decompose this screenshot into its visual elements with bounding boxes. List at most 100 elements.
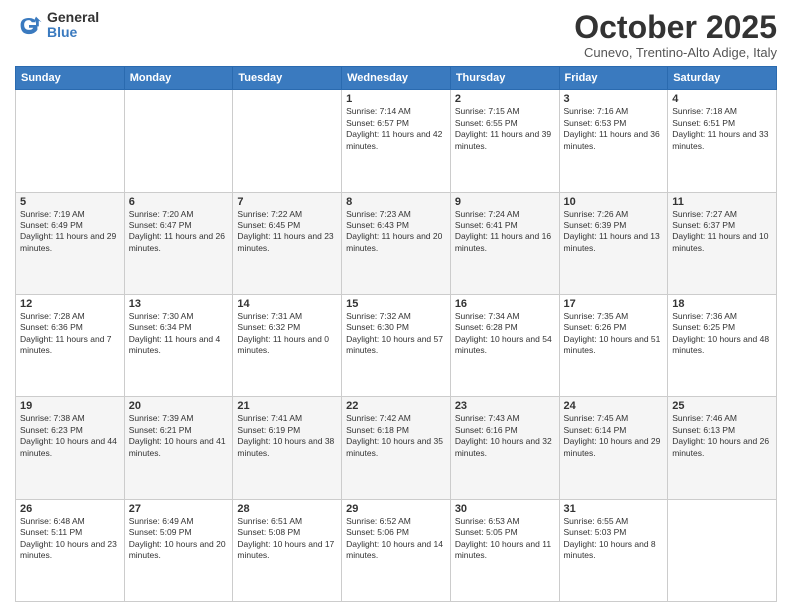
day-number: 15 — [346, 298, 446, 310]
week-row-1: 1Sunrise: 7:14 AM Sunset: 6:57 PM Daylig… — [16, 90, 777, 192]
day-info: Sunrise: 7:36 AM Sunset: 6:25 PM Dayligh… — [672, 311, 772, 357]
day-info: Sunrise: 6:49 AM Sunset: 5:09 PM Dayligh… — [129, 516, 229, 562]
calendar-cell — [668, 499, 777, 601]
calendar-cell: 23Sunrise: 7:43 AM Sunset: 6:16 PM Dayli… — [450, 397, 559, 499]
day-number: 11 — [672, 196, 772, 208]
col-monday: Monday — [124, 67, 233, 90]
day-number: 1 — [346, 93, 446, 105]
day-number: 14 — [237, 298, 337, 310]
col-wednesday: Wednesday — [342, 67, 451, 90]
day-info: Sunrise: 6:52 AM Sunset: 5:06 PM Dayligh… — [346, 516, 446, 562]
calendar-cell: 16Sunrise: 7:34 AM Sunset: 6:28 PM Dayli… — [450, 294, 559, 396]
calendar-cell: 5Sunrise: 7:19 AM Sunset: 6:49 PM Daylig… — [16, 192, 125, 294]
day-number: 20 — [129, 400, 229, 412]
day-number: 28 — [237, 503, 337, 515]
day-info: Sunrise: 6:51 AM Sunset: 5:08 PM Dayligh… — [237, 516, 337, 562]
header-row: Sunday Monday Tuesday Wednesday Thursday… — [16, 67, 777, 90]
calendar-cell: 18Sunrise: 7:36 AM Sunset: 6:25 PM Dayli… — [668, 294, 777, 396]
week-row-2: 5Sunrise: 7:19 AM Sunset: 6:49 PM Daylig… — [16, 192, 777, 294]
calendar-cell: 11Sunrise: 7:27 AM Sunset: 6:37 PM Dayli… — [668, 192, 777, 294]
day-number: 23 — [455, 400, 555, 412]
day-number: 21 — [237, 400, 337, 412]
day-info: Sunrise: 7:28 AM Sunset: 6:36 PM Dayligh… — [20, 311, 120, 357]
week-row-4: 19Sunrise: 7:38 AM Sunset: 6:23 PM Dayli… — [16, 397, 777, 499]
day-info: Sunrise: 7:32 AM Sunset: 6:30 PM Dayligh… — [346, 311, 446, 357]
calendar-cell: 6Sunrise: 7:20 AM Sunset: 6:47 PM Daylig… — [124, 192, 233, 294]
calendar-cell: 29Sunrise: 6:52 AM Sunset: 5:06 PM Dayli… — [342, 499, 451, 601]
day-number: 6 — [129, 196, 229, 208]
day-info: Sunrise: 6:53 AM Sunset: 5:05 PM Dayligh… — [455, 516, 555, 562]
day-info: Sunrise: 6:55 AM Sunset: 5:03 PM Dayligh… — [564, 516, 664, 562]
location-subtitle: Cunevo, Trentino-Alto Adige, Italy — [574, 45, 777, 60]
day-number: 2 — [455, 93, 555, 105]
calendar-cell: 27Sunrise: 6:49 AM Sunset: 5:09 PM Dayli… — [124, 499, 233, 601]
calendar-cell: 13Sunrise: 7:30 AM Sunset: 6:34 PM Dayli… — [124, 294, 233, 396]
day-number: 5 — [20, 196, 120, 208]
day-info: Sunrise: 7:14 AM Sunset: 6:57 PM Dayligh… — [346, 106, 446, 152]
day-info: Sunrise: 7:39 AM Sunset: 6:21 PM Dayligh… — [129, 413, 229, 459]
day-info: Sunrise: 6:48 AM Sunset: 5:11 PM Dayligh… — [20, 516, 120, 562]
day-info: Sunrise: 7:19 AM Sunset: 6:49 PM Dayligh… — [20, 209, 120, 255]
calendar-cell: 28Sunrise: 6:51 AM Sunset: 5:08 PM Dayli… — [233, 499, 342, 601]
calendar-cell: 2Sunrise: 7:15 AM Sunset: 6:55 PM Daylig… — [450, 90, 559, 192]
header: General Blue October 2025 Cunevo, Trenti… — [15, 10, 777, 60]
logo-general-text: General — [47, 10, 99, 25]
day-info: Sunrise: 7:46 AM Sunset: 6:13 PM Dayligh… — [672, 413, 772, 459]
day-number: 12 — [20, 298, 120, 310]
calendar-cell — [233, 90, 342, 192]
calendar-cell: 25Sunrise: 7:46 AM Sunset: 6:13 PM Dayli… — [668, 397, 777, 499]
day-number: 17 — [564, 298, 664, 310]
calendar-cell: 12Sunrise: 7:28 AM Sunset: 6:36 PM Dayli… — [16, 294, 125, 396]
calendar-cell: 20Sunrise: 7:39 AM Sunset: 6:21 PM Dayli… — [124, 397, 233, 499]
day-number: 25 — [672, 400, 772, 412]
day-number: 30 — [455, 503, 555, 515]
day-info: Sunrise: 7:18 AM Sunset: 6:51 PM Dayligh… — [672, 106, 772, 152]
day-number: 18 — [672, 298, 772, 310]
day-number: 4 — [672, 93, 772, 105]
logo: General Blue — [15, 10, 99, 41]
day-info: Sunrise: 7:16 AM Sunset: 6:53 PM Dayligh… — [564, 106, 664, 152]
day-info: Sunrise: 7:22 AM Sunset: 6:45 PM Dayligh… — [237, 209, 337, 255]
calendar-cell: 3Sunrise: 7:16 AM Sunset: 6:53 PM Daylig… — [559, 90, 668, 192]
calendar-table: Sunday Monday Tuesday Wednesday Thursday… — [15, 66, 777, 602]
calendar-cell: 1Sunrise: 7:14 AM Sunset: 6:57 PM Daylig… — [342, 90, 451, 192]
day-number: 31 — [564, 503, 664, 515]
col-friday: Friday — [559, 67, 668, 90]
col-thursday: Thursday — [450, 67, 559, 90]
calendar-cell — [124, 90, 233, 192]
day-number: 3 — [564, 93, 664, 105]
logo-icon — [15, 11, 43, 39]
calendar-cell: 21Sunrise: 7:41 AM Sunset: 6:19 PM Dayli… — [233, 397, 342, 499]
day-number: 24 — [564, 400, 664, 412]
calendar-cell: 8Sunrise: 7:23 AM Sunset: 6:43 PM Daylig… — [342, 192, 451, 294]
day-info: Sunrise: 7:45 AM Sunset: 6:14 PM Dayligh… — [564, 413, 664, 459]
day-info: Sunrise: 7:35 AM Sunset: 6:26 PM Dayligh… — [564, 311, 664, 357]
calendar-cell: 14Sunrise: 7:31 AM Sunset: 6:32 PM Dayli… — [233, 294, 342, 396]
calendar-cell: 19Sunrise: 7:38 AM Sunset: 6:23 PM Dayli… — [16, 397, 125, 499]
day-info: Sunrise: 7:20 AM Sunset: 6:47 PM Dayligh… — [129, 209, 229, 255]
day-info: Sunrise: 7:43 AM Sunset: 6:16 PM Dayligh… — [455, 413, 555, 459]
day-number: 16 — [455, 298, 555, 310]
day-info: Sunrise: 7:23 AM Sunset: 6:43 PM Dayligh… — [346, 209, 446, 255]
day-number: 26 — [20, 503, 120, 515]
day-number: 7 — [237, 196, 337, 208]
day-info: Sunrise: 7:30 AM Sunset: 6:34 PM Dayligh… — [129, 311, 229, 357]
day-number: 13 — [129, 298, 229, 310]
day-info: Sunrise: 7:34 AM Sunset: 6:28 PM Dayligh… — [455, 311, 555, 357]
day-info: Sunrise: 7:15 AM Sunset: 6:55 PM Dayligh… — [455, 106, 555, 152]
calendar-cell: 7Sunrise: 7:22 AM Sunset: 6:45 PM Daylig… — [233, 192, 342, 294]
week-row-5: 26Sunrise: 6:48 AM Sunset: 5:11 PM Dayli… — [16, 499, 777, 601]
day-info: Sunrise: 7:26 AM Sunset: 6:39 PM Dayligh… — [564, 209, 664, 255]
col-tuesday: Tuesday — [233, 67, 342, 90]
calendar-cell: 30Sunrise: 6:53 AM Sunset: 5:05 PM Dayli… — [450, 499, 559, 601]
calendar-cell: 15Sunrise: 7:32 AM Sunset: 6:30 PM Dayli… — [342, 294, 451, 396]
calendar-cell: 17Sunrise: 7:35 AM Sunset: 6:26 PM Dayli… — [559, 294, 668, 396]
col-saturday: Saturday — [668, 67, 777, 90]
day-info: Sunrise: 7:38 AM Sunset: 6:23 PM Dayligh… — [20, 413, 120, 459]
day-info: Sunrise: 7:27 AM Sunset: 6:37 PM Dayligh… — [672, 209, 772, 255]
day-info: Sunrise: 7:31 AM Sunset: 6:32 PM Dayligh… — [237, 311, 337, 357]
logo-blue-text: Blue — [47, 25, 99, 40]
day-number: 22 — [346, 400, 446, 412]
title-block: October 2025 Cunevo, Trentino-Alto Adige… — [574, 10, 777, 60]
day-number: 10 — [564, 196, 664, 208]
